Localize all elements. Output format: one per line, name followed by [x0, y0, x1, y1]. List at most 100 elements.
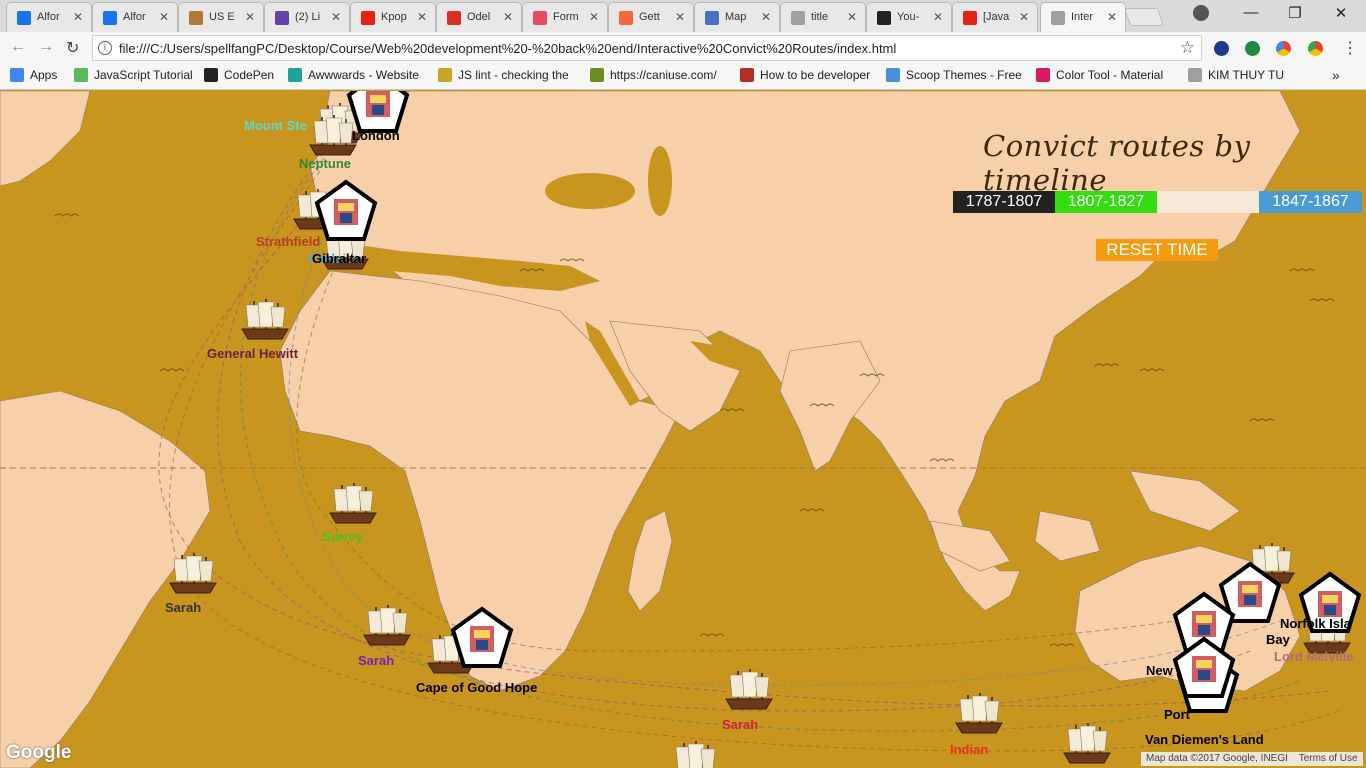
page-title: Convict routes by timeline [983, 129, 1251, 197]
bookmark-star-icon[interactable]: ☆ [1180, 38, 1195, 58]
browser-tab[interactable]: title ✕ [780, 2, 866, 32]
ship-label: Surrey [322, 529, 364, 544]
timeline-button-1827[interactable] [1157, 191, 1259, 213]
location-crest-icon[interactable] [314, 179, 378, 243]
bookmark-label: Color Tool - Material [1056, 68, 1164, 82]
ship-marker-icon[interactable] [326, 481, 380, 525]
bookmark-item[interactable]: Color Tool - Material [1036, 68, 1163, 82]
bookmark-item[interactable]: CodePen [204, 68, 274, 82]
bookmark-favicon-icon [204, 68, 218, 82]
bookmark-item[interactable]: Awwwards - Website [288, 68, 419, 82]
location-label: Norfolk Isla [1280, 616, 1351, 631]
timeline-button-1787[interactable]: 1787-1807 [953, 191, 1055, 213]
tab-title: Kpop [381, 11, 407, 23]
ship-marker-icon[interactable] [668, 739, 722, 768]
tab-title: Alfor [123, 11, 146, 23]
profile-icon[interactable] [1193, 5, 1209, 21]
timeline-button-1847[interactable]: 1847-1867 [1259, 191, 1362, 213]
browser-tab[interactable]: Alfor ✕ [92, 2, 178, 32]
ship-label: General Hewitt [207, 346, 299, 361]
ship-label: Sarah [358, 653, 395, 668]
bookmark-item[interactable]: Scoop Themes - Free [886, 68, 1022, 82]
map-canvas[interactable]: Convict routes by timeline 1787-1807 180… [0, 91, 1366, 768]
browser-tab[interactable]: Alfor ✕ [6, 2, 92, 32]
location-crest-icon[interactable] [450, 606, 514, 670]
terms-link[interactable]: Terms of Use [1299, 753, 1358, 764]
tab-close-icon[interactable]: ✕ [675, 10, 685, 24]
tab-close-icon[interactable]: ✕ [847, 10, 857, 24]
location-label: Port [1164, 707, 1190, 722]
bookmark-label: How to be developer [760, 68, 871, 82]
tab-close-icon[interactable]: ✕ [417, 10, 427, 24]
ship-marker-icon[interactable] [360, 603, 414, 647]
timeline-button-1807[interactable]: 1807-1827 [1055, 191, 1157, 213]
google-logo[interactable]: Google [6, 742, 71, 764]
tab-close-icon[interactable]: ✕ [1019, 10, 1029, 24]
location-label: Cape of Good Hope [416, 680, 538, 695]
back-icon[interactable]: ← [10, 38, 26, 56]
map-attribution: Map data ©2017 Google, INEGI Terms of Us… [1141, 752, 1363, 766]
location-label: London [352, 128, 400, 143]
bookmark-item[interactable]: https://caniuse.com/ [590, 68, 717, 82]
browser-tab[interactable]: Inter ✕ [1040, 2, 1126, 32]
new-tab-button[interactable] [1123, 8, 1165, 26]
reset-time-button[interactable]: RESET TIME [1096, 239, 1218, 261]
bookmark-item[interactable]: How to be developer [740, 68, 870, 82]
bookmark-label: JavaScript Tutorial [94, 68, 193, 82]
tab-strip: Alfor ✕ Alfor ✕ US E ✕ (2) Li ✕ Kpop ✕ Odel ✕ Form ✕ G… [0, 0, 1366, 32]
minimize-icon[interactable]: — [1228, 4, 1274, 21]
bookmark-item[interactable]: JavaScript Tutorial [74, 68, 193, 82]
bookmark-item[interactable]: KIM THUY TU [1188, 68, 1284, 82]
browser-tab[interactable]: [Java ✕ [952, 2, 1038, 32]
tab-favicon-icon [361, 11, 375, 25]
browser-tab[interactable]: Map ✕ [694, 2, 780, 32]
ship-label: Strathfield [256, 234, 321, 249]
bookmark-item[interactable]: Apps [10, 68, 57, 82]
tab-close-icon[interactable]: ✕ [503, 10, 513, 24]
browser-tab[interactable]: US E ✕ [178, 2, 264, 32]
bookmark-label: Apps [30, 68, 58, 82]
reload-icon[interactable]: ↻ [66, 38, 79, 58]
tab-close-icon[interactable]: ✕ [1107, 10, 1117, 24]
ship-marker-icon[interactable] [1060, 721, 1114, 765]
tab-close-icon[interactable]: ✕ [933, 10, 943, 24]
tab-close-icon[interactable]: ✕ [761, 10, 771, 24]
ship-marker-icon[interactable] [238, 297, 292, 341]
restore-icon[interactable]: ❐ [1272, 4, 1318, 22]
tab-close-icon[interactable]: ✕ [331, 10, 341, 24]
browser-tab[interactable]: (2) Li ✕ [264, 2, 350, 32]
ship-marker-icon[interactable] [722, 667, 776, 711]
extension-icon[interactable] [1245, 41, 1260, 56]
ship-label: Lord Melville [1274, 649, 1354, 664]
bookmark-item[interactable]: JS lint - checking the [438, 68, 569, 82]
menu-icon[interactable]: ⋮ [1342, 38, 1358, 58]
tab-title: Odel [467, 11, 491, 23]
browser-tab[interactable]: Odel ✕ [436, 2, 522, 32]
ship-marker-icon[interactable] [952, 691, 1006, 735]
location-crest-icon[interactable] [1172, 636, 1236, 700]
bookmark-favicon-icon [288, 68, 302, 82]
browser-tab[interactable]: Kpop ✕ [350, 2, 436, 32]
extension-icon[interactable] [1276, 41, 1291, 56]
info-icon[interactable]: i [98, 41, 112, 55]
close-window-icon[interactable]: ✕ [1318, 4, 1364, 22]
browser-tab[interactable]: Form ✕ [522, 2, 608, 32]
bookmark-label: JS lint - checking the [458, 68, 569, 82]
ship-marker-icon[interactable] [166, 551, 220, 595]
tab-close-icon[interactable]: ✕ [159, 10, 169, 24]
tab-close-icon[interactable]: ✕ [589, 10, 599, 24]
extension-icon[interactable] [1308, 41, 1323, 56]
address-bar[interactable]: i file:///C:/Users/spellfangPC/Desktop/C… [92, 35, 1202, 61]
tab-close-icon[interactable]: ✕ [245, 10, 255, 24]
tab-close-icon[interactable]: ✕ [73, 10, 83, 24]
more-bookmarks-icon[interactable]: » [1332, 67, 1340, 83]
url-text[interactable]: file:///C:/Users/spellfangPC/Desktop/Cou… [119, 41, 896, 56]
forward-icon[interactable]: → [38, 38, 54, 56]
bookmark-label: Awwwards - Website [308, 68, 419, 82]
browser-tab[interactable]: Gett ✕ [608, 2, 694, 32]
tab-favicon-icon [533, 11, 547, 25]
tab-title: Gett [639, 11, 660, 23]
browser-tab[interactable]: You- ✕ [866, 2, 952, 32]
tab-favicon-icon [17, 11, 31, 25]
extension-icon[interactable] [1214, 41, 1229, 56]
